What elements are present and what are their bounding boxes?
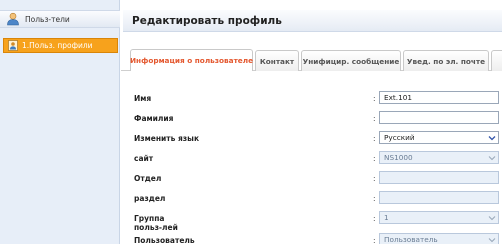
site-label: сайт — [134, 154, 154, 163]
chevron-down-icon — [488, 236, 496, 244]
sidebar-header-label: Польз-тели — [25, 14, 70, 24]
site-select[interactable]: NS1000 — [379, 151, 499, 164]
main-panel: Редактировать профиль Информация о польз… — [121, 0, 502, 244]
user-group-select[interactable]: 1 — [379, 211, 499, 224]
sidebar-header[interactable]: Польз-тели — [0, 10, 120, 28]
form-row-language: Изменить язык : Русский — [121, 130, 502, 150]
first-name-label: Имя — [134, 94, 152, 103]
site-select-value: NS1000 — [384, 153, 413, 162]
chevron-down-icon — [488, 214, 496, 222]
section-field[interactable] — [379, 191, 499, 204]
department-field[interactable] — [379, 171, 499, 184]
user-select[interactable]: Пользователь — [379, 233, 499, 244]
form-row-user-group: Группа польз-лей : 1 — [121, 210, 502, 232]
tab-email-notification[interactable]: Увед. по эл. почте — [403, 50, 489, 71]
language-select[interactable]: Русский — [379, 131, 499, 144]
section-label: раздел — [134, 194, 166, 203]
language-select-value: Русский — [384, 133, 415, 142]
first-name-field[interactable]: Ext.101 — [379, 91, 499, 104]
sidebar: Польз-тели 1.Польз. профили — [0, 0, 120, 244]
sidebar-item-user-profiles[interactable]: 1.Польз. профили — [3, 38, 118, 53]
user-group-select-value: 1 — [384, 213, 389, 222]
chevron-down-icon — [488, 154, 496, 162]
last-name-field[interactable] — [379, 111, 499, 124]
tab-user-info[interactable]: Информация о пользователе — [130, 49, 253, 71]
department-label: Отдел — [134, 174, 162, 183]
form-row-first-name: Имя : Ext.101 — [121, 90, 502, 110]
language-label: Изменить язык — [134, 134, 200, 143]
tab-unified-message[interactable]: Унифицир. сообщение — [301, 50, 401, 71]
page-title: Редактировать профиль — [132, 14, 282, 27]
user-group-label: Группа польз-лей — [134, 214, 178, 232]
user-icon — [8, 40, 18, 51]
chevron-down-icon — [488, 134, 496, 142]
user-icon — [6, 12, 20, 26]
form-row-department: Отдел : — [121, 170, 502, 190]
tab-more[interactable] — [491, 50, 502, 71]
user-select-value: Пользователь — [384, 235, 438, 244]
page-title-bar: Редактировать профиль — [123, 10, 502, 32]
last-name-label: Фамилия — [134, 114, 174, 123]
form-row-user: Пользователь : Пользователь — [121, 232, 502, 244]
tab-bar: Информация о пользователе Контакт Унифиц… — [121, 49, 502, 71]
tab-contact[interactable]: Контакт — [255, 50, 299, 71]
sidebar-item-label: 1.Польз. профили — [22, 41, 93, 50]
user-label: Пользователь — [134, 236, 195, 244]
form-row-site: сайт : NS1000 — [121, 150, 502, 170]
profile-form: Имя : Ext.101 Фамилия : Изменить язык : … — [121, 72, 502, 244]
form-row-last-name: Фамилия : — [121, 110, 502, 130]
form-row-section: раздел : — [121, 190, 502, 210]
